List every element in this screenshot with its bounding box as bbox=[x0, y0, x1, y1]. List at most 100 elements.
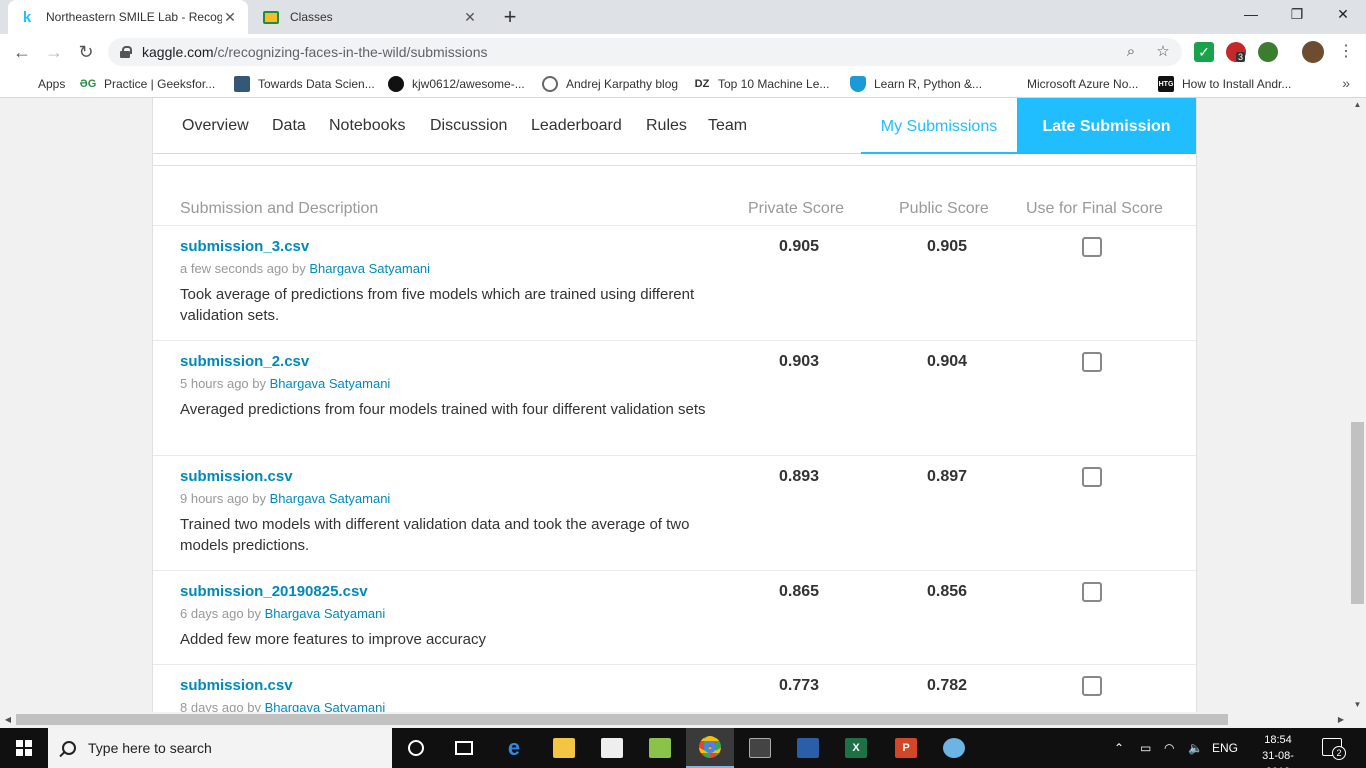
bookmark-label: Andrej Karpathy blog bbox=[566, 77, 679, 91]
url-text: kaggle.com/c/recognizing-faces-in-the-wi… bbox=[142, 44, 488, 60]
reload-icon[interactable]: ↻ bbox=[74, 40, 98, 64]
wifi-icon[interactable]: ◠ bbox=[1164, 728, 1174, 768]
submission-meta: 5 hours ago by Bhargava Satyamani bbox=[180, 376, 391, 391]
table-row: submission.csv 9 hours ago by Bhargava S… bbox=[153, 456, 1196, 571]
submission-name-link[interactable]: submission_2.csv bbox=[180, 353, 309, 370]
forward-arrow-icon[interactable]: → bbox=[42, 40, 66, 64]
notepad-plus-icon[interactable] bbox=[636, 728, 684, 768]
notification-count: 2 bbox=[1332, 746, 1346, 760]
tab-my-submissions[interactable]: My Submissions bbox=[861, 98, 1017, 154]
close-tab-icon[interactable]: ✕ bbox=[462, 9, 478, 26]
edge-icon[interactable]: e bbox=[490, 728, 538, 768]
private-score: 0.893 bbox=[778, 468, 820, 485]
bookmark-star-icon[interactable]: ☆ bbox=[1152, 41, 1174, 63]
tab-rules[interactable]: Rules bbox=[646, 117, 687, 135]
powerpoint-icon[interactable]: P bbox=[882, 728, 930, 768]
author-link[interactable]: Bhargava Satyamani bbox=[270, 491, 391, 506]
scrollbar-thumb[interactable] bbox=[16, 714, 1228, 725]
tab-notebooks[interactable]: Notebooks bbox=[329, 117, 406, 135]
tab-kaggle[interactable]: k Northeastern SMILE Lab - Recogn ✕ bbox=[8, 0, 248, 34]
bookmark-github[interactable]: kjw0612/awesome-... bbox=[388, 75, 525, 93]
author-link[interactable]: Bhargava Satyamani bbox=[309, 261, 430, 276]
private-score: 0.905 bbox=[778, 238, 820, 255]
final-score-checkbox[interactable] bbox=[1082, 352, 1102, 372]
bookmark-dzone[interactable]: DZ Top 10 Machine Le... bbox=[694, 75, 830, 93]
zoom-icon[interactable]: ⌕ bbox=[1120, 41, 1142, 63]
language-indicator[interactable]: ENG bbox=[1212, 728, 1238, 768]
bookmark-label: kjw0612/awesome-... bbox=[412, 77, 525, 91]
clock[interactable]: 18:54 31-08-2019 bbox=[1252, 732, 1304, 768]
author-link[interactable]: Bhargava Satyamani bbox=[270, 376, 391, 391]
menu-dots-icon[interactable]: ⋮ bbox=[1334, 40, 1358, 64]
horizontal-scrollbar[interactable]: ◀ ▶ bbox=[0, 712, 1349, 728]
battery-icon[interactable]: ▭ bbox=[1140, 728, 1151, 768]
new-tab-button[interactable]: + bbox=[498, 4, 522, 30]
back-arrow-icon[interactable]: ← bbox=[10, 40, 34, 64]
divider bbox=[153, 165, 1196, 166]
scroll-left-arrow-icon[interactable]: ◀ bbox=[0, 712, 16, 728]
bookmark-geeksforgeeks[interactable]: ƏG Practice | Geeksfor... bbox=[80, 75, 215, 93]
tab-team[interactable]: Team bbox=[708, 117, 747, 135]
taskbar-search-box[interactable]: Type here to search bbox=[48, 728, 392, 768]
final-score-checkbox[interactable] bbox=[1082, 237, 1102, 257]
bookmark-install-android[interactable]: HTG How to Install Andr... bbox=[1158, 75, 1291, 93]
file-explorer-icon[interactable] bbox=[540, 728, 588, 768]
scroll-down-arrow-icon[interactable]: ▼ bbox=[1349, 698, 1366, 712]
table-row: submission_20190825.csv 6 days ago by Bh… bbox=[153, 571, 1196, 665]
checkmark-extension-icon[interactable]: ✓ bbox=[1194, 42, 1214, 62]
tab-leaderboard[interactable]: Leaderboard bbox=[531, 117, 622, 135]
lock-icon bbox=[120, 46, 132, 58]
submission-meta: 6 days ago by Bhargava Satyamani bbox=[180, 606, 386, 621]
store-icon[interactable] bbox=[588, 728, 636, 768]
tab-data[interactable]: Data bbox=[272, 117, 306, 135]
submission-name-link[interactable]: submission_20190825.csv bbox=[180, 583, 368, 600]
final-score-checkbox[interactable] bbox=[1082, 467, 1102, 487]
remote-desktop-icon[interactable] bbox=[784, 728, 832, 768]
bookmark-label: Apps bbox=[38, 77, 66, 91]
bookmark-towards-data-science[interactable]: Towards Data Scien... bbox=[234, 75, 375, 93]
late-submission-button[interactable]: Late Submission bbox=[1017, 98, 1196, 154]
author-link[interactable]: Bhargava Satyamani bbox=[265, 700, 386, 712]
excel-icon[interactable]: X bbox=[832, 728, 880, 768]
submission-name-link[interactable]: submission_3.csv bbox=[180, 238, 309, 255]
profile-avatar[interactable] bbox=[1302, 41, 1324, 63]
bookmark-apps[interactable]: Apps bbox=[14, 75, 65, 93]
more-bookmarks-icon[interactable]: » bbox=[1342, 75, 1350, 91]
bookmark-label: How to Install Andr... bbox=[1182, 77, 1292, 91]
final-score-checkbox[interactable] bbox=[1082, 676, 1102, 696]
cortana-icon[interactable] bbox=[392, 728, 440, 768]
close-tab-icon[interactable]: ✕ bbox=[222, 9, 238, 26]
tab-discussion[interactable]: Discussion bbox=[430, 117, 507, 135]
shield-extension-icon[interactable]: 3 bbox=[1226, 42, 1246, 62]
close-window-button[interactable]: ✕ bbox=[1320, 0, 1366, 30]
terminal-icon[interactable] bbox=[736, 728, 784, 768]
chrome-icon[interactable] bbox=[686, 728, 734, 768]
globe-extension-icon[interactable] bbox=[1258, 42, 1278, 62]
author-link[interactable]: Bhargava Satyamani bbox=[265, 606, 386, 621]
start-button[interactable] bbox=[0, 728, 48, 768]
show-hidden-icons-icon[interactable]: ⌃ bbox=[1114, 728, 1124, 768]
submission-name-link[interactable]: submission.csv bbox=[180, 468, 293, 485]
bookmarks-bar: Apps ƏG Practice | Geeksfor... Towards D… bbox=[0, 70, 1366, 98]
submission-name-link[interactable]: submission.csv bbox=[180, 677, 293, 694]
volume-icon[interactable]: 🔈 bbox=[1188, 728, 1203, 768]
browser-tab-strip: k Northeastern SMILE Lab - Recogn ✕ Clas… bbox=[0, 0, 1366, 34]
bookmark-karpathy[interactable]: Andrej Karpathy blog bbox=[542, 75, 678, 93]
tab-classes[interactable]: Classes ✕ bbox=[252, 0, 488, 34]
scroll-right-arrow-icon[interactable]: ▶ bbox=[1333, 712, 1349, 728]
scroll-up-arrow-icon[interactable]: ▲ bbox=[1349, 98, 1366, 112]
minimize-button[interactable]: — bbox=[1228, 0, 1274, 30]
task-view-icon[interactable] bbox=[440, 728, 488, 768]
kaggle-icon: k bbox=[22, 8, 32, 26]
paint-icon[interactable] bbox=[930, 728, 978, 768]
submission-description: Took average of predictions from five mo… bbox=[180, 286, 695, 324]
bookmark-azure-notebooks[interactable]: Microsoft Azure No... bbox=[1004, 75, 1138, 93]
address-bar[interactable]: kaggle.com/c/recognizing-faces-in-the-wi… bbox=[108, 38, 1182, 66]
vertical-scrollbar[interactable]: ▲ ▼ bbox=[1349, 98, 1366, 712]
final-score-checkbox[interactable] bbox=[1082, 582, 1102, 602]
restore-button[interactable]: ❐ bbox=[1274, 0, 1320, 30]
tab-overview[interactable]: Overview bbox=[182, 117, 249, 135]
public-score: 0.897 bbox=[926, 468, 968, 485]
scrollbar-thumb[interactable] bbox=[1351, 422, 1364, 604]
bookmark-learn-r-python[interactable]: Learn R, Python &... bbox=[850, 75, 982, 93]
